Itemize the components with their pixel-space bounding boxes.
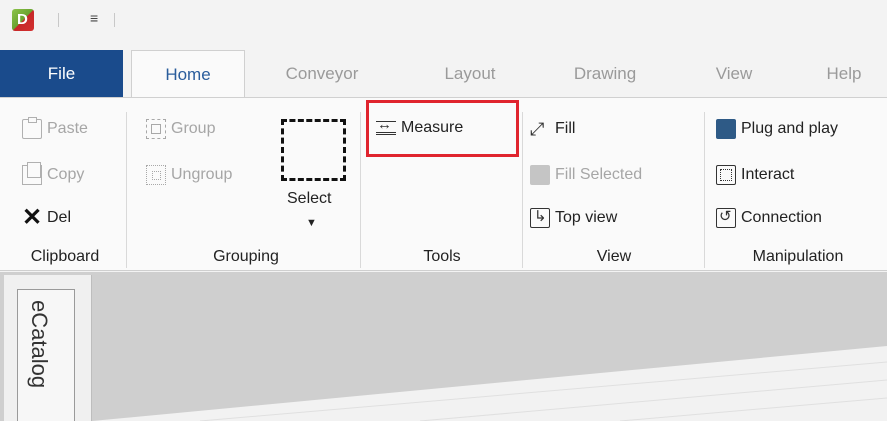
customize-toolbar-icon[interactable]: ≡ xyxy=(90,10,98,26)
tab-file[interactable]: File xyxy=(0,50,123,98)
manipulation-group-label: Manipulation xyxy=(752,248,844,265)
tab-view[interactable]: View xyxy=(694,50,774,98)
quick-access-toolbar: D ≡ xyxy=(0,0,887,40)
clipboard-group-label: Clipboard xyxy=(30,248,100,265)
divider xyxy=(114,13,115,27)
plug-and-play-label: Plug and play xyxy=(741,120,838,137)
tab-conveyor[interactable]: Conveyor xyxy=(262,50,382,98)
top-view-button[interactable]: Top view xyxy=(530,207,618,228)
ungroup-icon xyxy=(146,165,166,185)
expand-arrows-icon: ⤢ xyxy=(530,119,545,139)
top-view-icon xyxy=(530,207,550,228)
ribbon-tabs: File Home Conveyor Layout Drawing View H… xyxy=(0,50,887,99)
tab-help[interactable]: Help xyxy=(804,50,884,98)
ungroup-button[interactable]: Ungroup xyxy=(146,165,232,185)
paste-button[interactable]: Paste xyxy=(22,117,88,139)
interact-button[interactable]: Interact xyxy=(716,165,794,185)
group-button[interactable]: Group xyxy=(146,119,215,139)
ecatalog-tab-label: eCatalog xyxy=(27,300,52,389)
ecatalog-tab[interactable]: eCatalog xyxy=(17,289,75,421)
app-logo-icon[interactable]: D xyxy=(12,9,34,31)
group-separator xyxy=(522,112,523,268)
group-separator xyxy=(704,112,705,268)
divider xyxy=(58,13,59,27)
tab-home[interactable]: Home xyxy=(131,50,245,99)
plug-and-play-icon xyxy=(716,119,736,139)
chevron-down-icon: ▼ xyxy=(306,217,317,229)
fill-selected-icon xyxy=(530,165,550,185)
interact-label: Interact xyxy=(741,166,795,183)
group-separator xyxy=(126,112,127,268)
fill-button[interactable]: ⤢ Fill xyxy=(530,119,575,139)
group-label: Group xyxy=(171,120,216,137)
fill-label: Fill xyxy=(555,120,576,137)
select-label: Select xyxy=(287,190,332,207)
grouping-group-label: Grouping xyxy=(213,248,279,265)
tab-layout[interactable]: Layout xyxy=(420,50,520,98)
tools-group-label: Tools xyxy=(423,248,461,265)
plug-and-play-button[interactable]: Plug and play xyxy=(716,119,838,139)
copy-button[interactable]: Copy xyxy=(22,162,85,185)
del-label: Del xyxy=(47,209,72,226)
close-x-icon: ✕ xyxy=(22,204,43,231)
side-panel: eCatalog xyxy=(4,275,92,421)
connection-label: Connection xyxy=(741,209,822,226)
paste-label: Paste xyxy=(47,120,88,137)
tab-drawing[interactable]: Drawing xyxy=(550,50,660,98)
copy-label: Copy xyxy=(47,166,85,183)
fill-selected-label: Fill Selected xyxy=(555,166,643,183)
ungroup-label: Ungroup xyxy=(171,166,233,183)
floor-plane xyxy=(92,346,887,421)
fill-selected-button[interactable]: Fill Selected xyxy=(530,165,642,185)
measure-highlight-box xyxy=(366,100,519,157)
view-group-label: View xyxy=(596,248,632,265)
selection-marquee-icon xyxy=(281,119,346,181)
delete-button[interactable]: ✕ Del xyxy=(22,204,72,231)
copy-icon xyxy=(22,162,42,185)
viewport-canvas[interactable] xyxy=(0,272,887,421)
top-view-label: Top view xyxy=(555,209,618,226)
interact-icon xyxy=(716,165,736,185)
connection-button[interactable]: Connection xyxy=(716,207,822,228)
group-icon xyxy=(146,119,166,139)
connection-icon xyxy=(716,207,736,228)
group-separator xyxy=(360,112,361,268)
clipboard-icon xyxy=(22,117,42,139)
